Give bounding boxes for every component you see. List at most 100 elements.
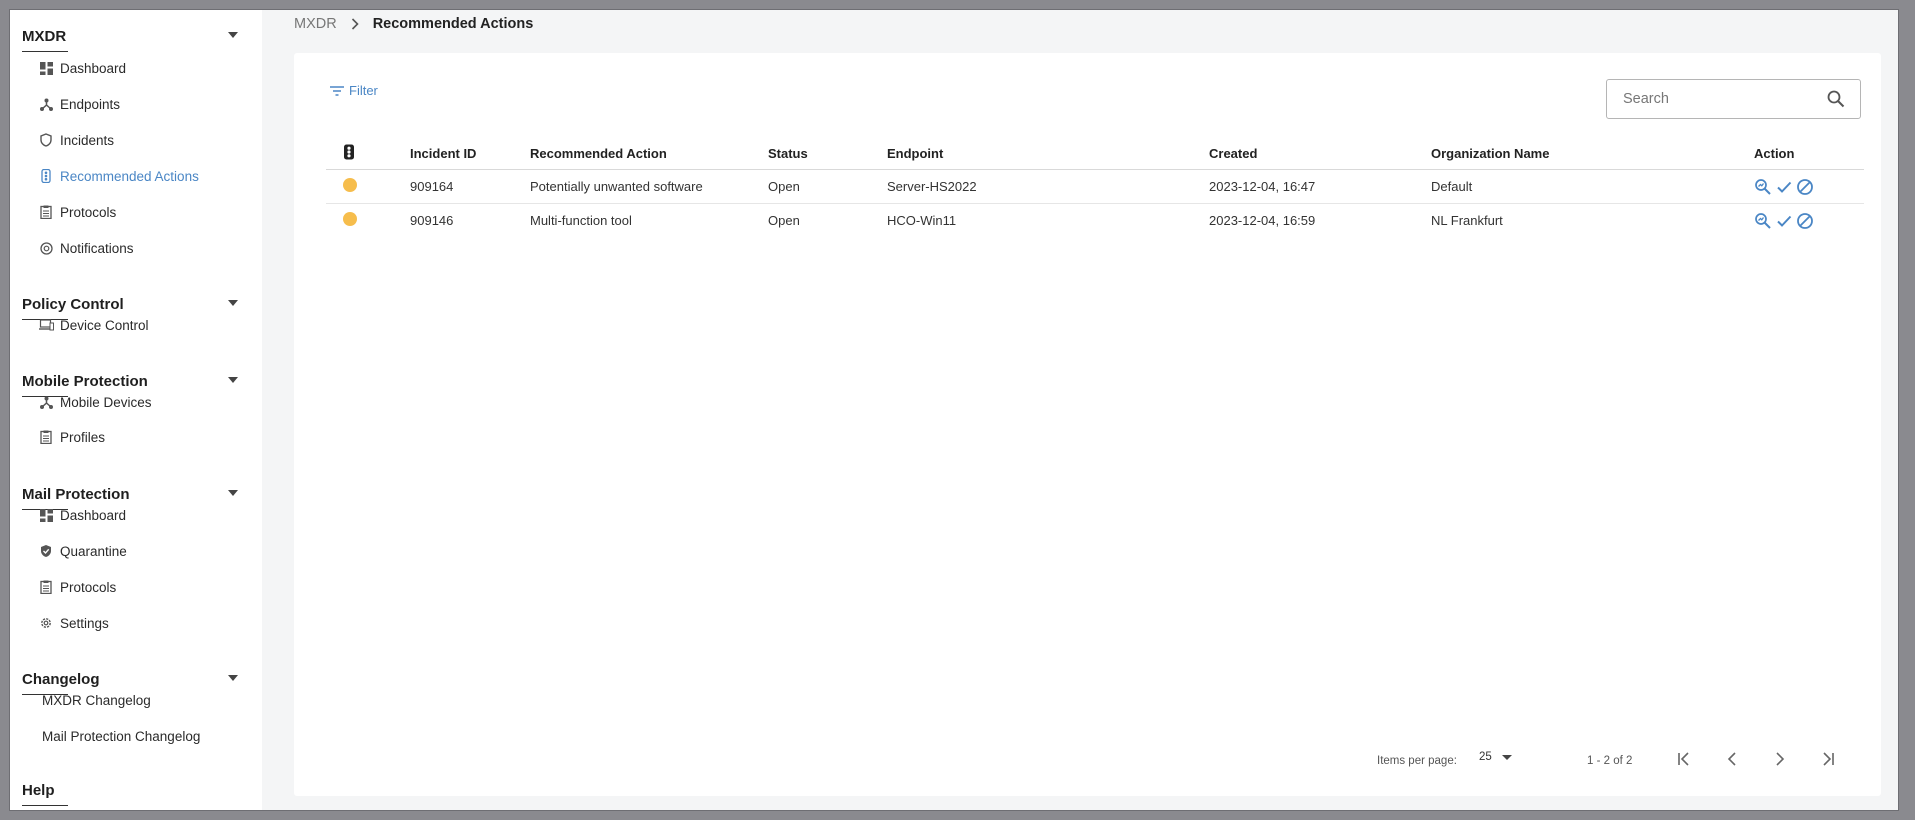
chevron-down-icon[interactable] [228,490,238,496]
recommended-action-cell: Potentially unwanted software [530,169,768,204]
sidebar-item-mail-protocols[interactable]: Protocols [38,575,116,599]
investigate-icon[interactable] [1754,178,1772,196]
sidebar-item-label: Device Control [60,317,149,333]
items-per-page-select[interactable]: 25 [1479,751,1512,763]
action-cell [1754,169,1864,204]
sidebar-item-endpoints[interactable]: Endpoints [38,92,120,116]
row-actions [1754,212,1864,230]
chevron-left-icon [1727,752,1736,766]
sidebar-item-label: Dashboard [60,507,127,523]
column-header-status[interactable]: Status [768,137,887,170]
severity-cell [326,169,410,204]
sidebar-item-label: Endpoints [60,96,121,112]
sidebar-item-incidents[interactable]: Incidents [38,128,114,152]
last-page-button[interactable] [1816,747,1840,771]
column-header-incident-id[interactable]: Incident ID [410,137,530,170]
section-header-help[interactable]: Help [22,777,252,806]
sidebar-item-label: Recommended Actions [60,168,199,184]
sidebar-item-profiles[interactable]: Profiles [38,425,105,449]
accept-check-icon[interactable] [1775,212,1793,230]
chevron-down-icon[interactable] [228,675,238,681]
section-underline [22,805,68,806]
shield-check-icon [38,543,54,559]
breadcrumb-root[interactable]: MXDR [294,16,337,32]
sidebar-item-quarantine[interactable]: Quarantine [38,539,127,563]
sidebar-item-mail-protection-changelog[interactable]: Mail Protection Changelog [42,724,200,748]
column-header-organization-name[interactable]: Organization Name [1431,137,1754,170]
dashboard-icon [38,507,54,523]
severity-dot [343,212,357,226]
sidebar-item-mxdr-changelog[interactable]: MXDR Changelog [42,688,151,712]
recommended-action-cell: Multi-function tool [530,213,632,228]
status-cell: Open [768,213,800,228]
search-input[interactable] [1621,83,1824,115]
column-header-action: Action [1754,137,1864,170]
filter-button[interactable]: Filter [330,83,378,98]
chevron-down-icon[interactable] [228,377,238,383]
sidebar-item-recommended-actions[interactable]: Recommended Actions [38,164,199,188]
sidebar-item-label: Protocols [60,579,117,595]
section-title: Mobile Protection [22,372,148,390]
chevron-down-icon[interactable] [228,32,238,38]
chevron-right-icon [351,18,359,30]
network-icon [38,394,54,410]
sidebar-item-label: Protocols [60,204,117,220]
sidebar-item-notifications[interactable]: Notifications [38,236,134,260]
chevron-down-icon [1501,754,1512,760]
incident-id-cell: 909164 [410,169,530,204]
created-cell: 2023-12-04, 16:59 [1209,213,1316,228]
clipboard-icon [38,429,54,445]
traffic-light-icon [343,144,355,160]
column-header-created[interactable]: Created [1209,137,1431,170]
table-row[interactable]: 909146 Multi-function tool Open HCO-Win1… [326,204,1864,238]
chevron-right-icon [1776,752,1785,766]
column-header-endpoint[interactable]: Endpoint [887,137,1209,170]
search-box[interactable] [1606,79,1861,119]
items-per-page-label: Items per page: [1377,755,1457,767]
sidebar-item-label: Mail Protection Changelog [42,728,201,744]
search-icon[interactable] [1824,87,1848,111]
main-content: MXDR Recommended Actions Filter Search I… [262,10,1898,810]
dismiss-block-icon[interactable] [1796,178,1814,196]
endpoint-cell: HCO-Win11 [887,213,957,228]
last-page-icon [1823,752,1834,766]
status-cell: Open [768,169,887,204]
clipboard-icon [38,204,54,220]
sidebar-item-label: Dashboard [60,60,127,76]
section-header-mxdr[interactable]: MXDR [22,23,252,52]
next-page-button[interactable] [1768,747,1792,771]
accept-check-icon[interactable] [1775,178,1793,196]
items-per-page-value: 25 [1479,751,1492,763]
sidebar-item-mobile-devices[interactable]: Mobile Devices [38,390,152,414]
recommended-actions-table: Incident ID Recommended Action Status En… [326,137,1864,237]
previous-page-button[interactable] [1720,747,1744,771]
sidebar-item-device-control[interactable]: Device Control [38,313,149,337]
network-icon [38,96,54,112]
sidebar-item-mail-dashboard[interactable]: Dashboard [38,503,126,527]
severity-column-header[interactable] [326,137,410,170]
sidebar-item-settings[interactable]: Settings [38,611,109,635]
investigate-icon[interactable] [1754,212,1772,230]
section-title: Changelog [22,670,100,688]
filter-icon [330,85,344,96]
first-page-icon [1678,752,1689,766]
dismiss-block-icon[interactable] [1796,212,1814,230]
sidebar-item-dashboard[interactable]: Dashboard [38,56,126,80]
filter-label: Filter [349,83,378,98]
organization-cell: NL Frankfurt [1431,213,1503,228]
sidebar-item-label: Settings [60,615,109,631]
row-actions [1754,178,1864,196]
sidebar-item-label: Profiles [60,429,106,445]
first-page-button[interactable] [1672,747,1696,771]
severity-dot [343,178,357,192]
sidebar-item-label: Mobile Devices [60,394,152,410]
sidebar-item-protocols[interactable]: Protocols [38,200,116,224]
recommended-actions-card: Filter Search Incident ID Recommended Ac… [294,53,1881,796]
chevron-down-icon[interactable] [228,300,238,306]
section-title: Mail Protection [22,485,130,503]
dashboard-icon [38,60,54,76]
column-header-recommended-action[interactable]: Recommended Action [530,137,768,170]
sidebar-item-label: Incidents [60,132,115,148]
incident-id-cell: 909146 [410,213,454,228]
table-row[interactable]: 909164 Potentially unwanted software Ope… [326,169,1864,204]
